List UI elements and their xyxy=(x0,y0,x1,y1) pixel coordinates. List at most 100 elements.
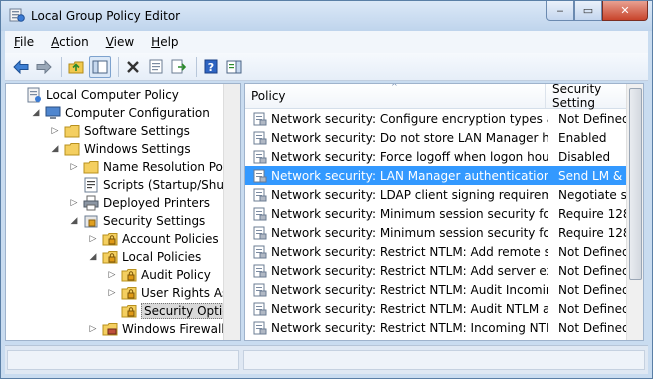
table-row[interactable]: Network security: Restrict NTLM: Add rem… xyxy=(245,242,629,261)
security-setting-value: Not Defined xyxy=(558,282,629,297)
table-row[interactable]: Network security: Restrict NTLM: Incomin… xyxy=(245,318,629,337)
forward-button[interactable] xyxy=(34,57,54,77)
locked-folder-icon xyxy=(102,231,118,247)
show-hide-action-pane-button[interactable] xyxy=(224,57,244,77)
close-button[interactable]: ✕ xyxy=(602,1,648,21)
security-setting-value: Negotiate signing xyxy=(558,187,629,202)
folder-icon xyxy=(83,159,99,175)
maximize-icon: ▭ xyxy=(582,4,594,17)
firewall-icon xyxy=(102,321,118,337)
expand-arrow-icon[interactable]: ▷ xyxy=(69,194,79,212)
collapse-arrow-icon[interactable]: ◢ xyxy=(88,248,98,266)
tree-item[interactable]: ▷ Audit Policy xyxy=(107,266,211,284)
table-row[interactable]: Network security: Restrict NTLM: Audit N… xyxy=(245,299,629,318)
policy-item-icon xyxy=(253,169,267,183)
table-row[interactable]: Network security: Restrict NTLM: Audit I… xyxy=(245,280,629,299)
collapse-arrow-icon[interactable]: ◢ xyxy=(50,140,60,158)
up-folder-icon xyxy=(68,61,84,73)
sort-ascending-icon: ^ xyxy=(391,83,398,91)
tree-item[interactable]: Scripts (Startup/Shutdown) xyxy=(69,176,240,194)
status-bar xyxy=(5,345,648,374)
expand-arrow-icon[interactable]: ▷ xyxy=(50,122,60,140)
menu-view[interactable]: View xyxy=(97,35,142,49)
policy-name: Network security: Minimum session securi… xyxy=(271,225,548,240)
menu-file-label: ile xyxy=(20,35,35,49)
table-row[interactable]: Network security: Force logoff when logo… xyxy=(245,147,629,166)
menu-action-accel: A xyxy=(51,35,60,49)
tree-item-label: Computer Configuration xyxy=(65,106,210,120)
tree-item[interactable]: ▷ Account Policies xyxy=(88,230,219,248)
tree-item[interactable]: ◢ Security Settings xyxy=(69,212,206,230)
menu-help-accel: H xyxy=(151,35,161,49)
policy-name: Network security: LDAP client signing re… xyxy=(271,187,548,202)
table-row[interactable]: Network security: Restrict NTLM: Add ser… xyxy=(245,261,629,280)
collapse-arrow-icon[interactable]: ◢ xyxy=(31,104,41,122)
up-level-button[interactable] xyxy=(66,57,86,77)
title-bar[interactable]: Local Group Policy Editor ‒ ▭ ✕ xyxy=(1,1,652,31)
tree-scrollbar[interactable] xyxy=(223,84,240,340)
menu-file[interactable]: File xyxy=(5,35,42,49)
policy-item-icon xyxy=(253,131,267,145)
scrollbar-thumb[interactable] xyxy=(629,88,642,280)
menu-action-label: ction xyxy=(59,35,89,49)
table-row-selected[interactable]: Network security: LAN Manager authentica… xyxy=(245,166,629,185)
back-button[interactable] xyxy=(11,57,31,77)
tree-item-label: Scripts (Startup/Shutdown) xyxy=(103,178,240,192)
tree-item[interactable]: Local Computer Policy xyxy=(12,86,179,104)
tree-item[interactable]: ▷ Name Resolution Policy xyxy=(69,158,240,176)
tree-item-label: Software Settings xyxy=(84,124,190,138)
table-row[interactable]: Network security: Minimum session securi… xyxy=(245,223,629,242)
tree-item[interactable]: ▷ Deployed Printers xyxy=(69,194,210,212)
tree-item[interactable]: ◢ Windows Settings xyxy=(50,140,191,158)
menu-action[interactable]: Action xyxy=(42,35,97,49)
scripts-icon xyxy=(83,177,99,193)
expand-arrow-icon[interactable]: ▷ xyxy=(88,230,98,248)
show-hide-tree-button[interactable] xyxy=(89,55,111,78)
tree-item[interactable]: Security Options xyxy=(107,302,240,320)
policy-item-icon xyxy=(253,283,267,297)
table-row[interactable]: Network security: LDAP client signing re… xyxy=(245,185,629,204)
table-row[interactable]: Network security: Configure encryption t… xyxy=(245,109,629,128)
security-setting-value: Disabled xyxy=(558,149,611,164)
tree-item-label: Audit Policy xyxy=(141,268,211,282)
tree-item-label: Local Policies xyxy=(122,250,202,264)
menu-view-accel: V xyxy=(105,35,114,49)
properties-button[interactable] xyxy=(146,57,166,77)
app-window: Local Group Policy Editor ‒ ▭ ✕ File Act… xyxy=(0,0,653,379)
expand-arrow-icon[interactable]: ▷ xyxy=(107,284,117,302)
security-setting-value: Not Defined xyxy=(558,244,629,259)
delete-icon xyxy=(127,60,139,73)
tree-item[interactable]: ▷Windows Firewall with Advanced Security xyxy=(88,320,240,338)
list-scrollbar[interactable] xyxy=(626,84,643,340)
maximize-button[interactable]: ▭ xyxy=(574,1,602,21)
security-settings-icon xyxy=(83,213,99,229)
security-setting-value: Not Defined xyxy=(558,320,629,335)
export-list-button[interactable] xyxy=(169,57,189,77)
help-button[interactable]: ? xyxy=(201,57,221,77)
expand-arrow-icon[interactable]: ▷ xyxy=(107,266,117,284)
close-icon: ✕ xyxy=(620,4,630,17)
console-tree[interactable]: Local Computer Policy ◢ Computer Configura… xyxy=(5,83,241,341)
folder-icon xyxy=(64,123,80,139)
minimize-icon: ‒ xyxy=(556,4,564,17)
expand-arrow-icon[interactable]: ▷ xyxy=(69,158,79,176)
policy-item-icon xyxy=(253,321,267,335)
policy-list[interactable]: Policy ^ Security Setting Network securi… xyxy=(244,83,644,341)
table-row[interactable]: Network security: Do not store LAN Manag… xyxy=(245,128,629,147)
menu-help[interactable]: Help xyxy=(142,35,186,49)
expand-arrow-icon[interactable]: ▷ xyxy=(88,320,98,338)
tree-item[interactable]: ◢ Local Policies xyxy=(88,248,202,266)
collapse-arrow-icon[interactable]: ◢ xyxy=(69,212,79,230)
tree-item[interactable]: ▷ Software Settings xyxy=(50,122,190,140)
toolbar-separator xyxy=(61,56,62,77)
policy-name: Network security: Restrict NTLM: Audit I… xyxy=(271,282,548,297)
export-list-icon xyxy=(171,59,187,74)
delete-button[interactable] xyxy=(123,57,143,77)
minimize-button[interactable]: ‒ xyxy=(546,1,574,21)
tree-item[interactable]: ▷User Rights Assignment xyxy=(107,284,240,302)
window-title: Local Group Policy Editor xyxy=(31,9,181,23)
status-segment-1 xyxy=(7,350,239,370)
table-row[interactable]: Network security: Minimum session securi… xyxy=(245,204,629,223)
computer-policy-icon xyxy=(26,87,42,103)
tree-item[interactable]: ◢ Computer Configuration xyxy=(31,104,210,122)
